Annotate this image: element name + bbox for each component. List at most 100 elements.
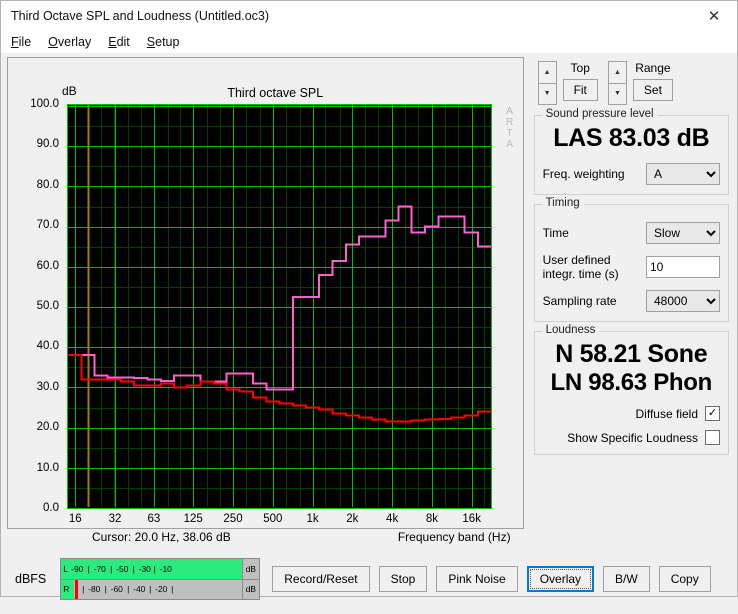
meter-unit-left: dB <box>242 559 259 579</box>
main-area: dB Third octave SPL 100.0 90.0 80.0 70.0 60.… <box>1 53 737 544</box>
plot-area[interactable] <box>67 104 492 509</box>
y-tick-label: 40.0 <box>36 340 59 353</box>
x-axis-ticks: 16 32 63 125 250 500 1k 2k 4k 8k 16k <box>67 513 494 529</box>
freq-weighting-row: Freq. weighting ABCZ <box>543 162 720 185</box>
meter-tick-label: | <box>153 563 156 574</box>
range-spinner[interactable]: ▲ ▼ <box>607 61 627 105</box>
meter-row-right[interactable]: R | -80 | -60 | -40 | -20 | dB <box>61 578 260 599</box>
range-up-icon[interactable]: ▲ <box>607 61 627 83</box>
y-tick-label: 80.0 <box>36 178 59 191</box>
bottom-bar: dBFS L -90 | -70 | -50 | -30 | -10 dB R | -80 | -60… <box>1 544 737 614</box>
arta-watermark: A R T A <box>503 106 517 150</box>
copy-button[interactable]: Copy <box>658 566 711 592</box>
menu-setup-rest: etup <box>155 35 180 49</box>
menu-edit-rest: dit <box>116 35 130 49</box>
overlay-button[interactable]: Overlay <box>526 566 595 592</box>
specific-loudness-row: Show Specific Loudness <box>543 430 720 446</box>
time-row: Time FastSlowImpulseUser <box>542 221 720 244</box>
x-tick-label: 125 <box>183 513 203 525</box>
dbfs-label: dBFS <box>15 572 47 586</box>
meter-tick-label: | <box>149 584 152 595</box>
x-tick-label: 4k <box>386 513 399 525</box>
fit-button[interactable]: Fit <box>562 79 598 101</box>
meter-tick-label: | <box>110 563 113 574</box>
y-tick-label: 60.0 <box>36 259 59 272</box>
action-button-row: Record/Reset Stop Pink Noise Overlay B/W Copy <box>272 566 711 592</box>
top-down-icon[interactable]: ▼ <box>537 82 557 105</box>
y-tick-label: 90.0 <box>36 138 59 151</box>
meter-tick-label: | <box>104 584 107 595</box>
close-icon[interactable]: ✕ <box>691 1 737 31</box>
meter-tick-label: -50 <box>116 563 129 574</box>
chart-panel: dB Third octave SPL 100.0 90.0 80.0 70.0 60.… <box>7 57 524 544</box>
range-control-group: ▲ ▼ Range Set <box>607 61 673 105</box>
x-tick-label: 1k <box>306 513 319 525</box>
x-tick-label: 2k <box>346 513 359 525</box>
x-tick-label: 32 <box>108 513 122 525</box>
y-tick-label: 20.0 <box>36 421 59 434</box>
diffuse-field-checkbox[interactable]: ✓ <box>705 406 720 422</box>
loudness-group-legend: Loudness <box>541 323 600 336</box>
x-tick-label: 8k <box>425 513 438 525</box>
x-tick-label: 500 <box>263 513 283 525</box>
spl-group-legend: Sound pressure level <box>541 108 658 120</box>
pink-noise-button[interactable]: Pink Noise <box>436 566 518 592</box>
spl-chart-svg <box>68 105 491 507</box>
record-reset-button[interactable]: Record/Reset <box>272 566 370 592</box>
meter-tick-label: -60 <box>110 584 123 595</box>
y-tick-label: 50.0 <box>36 300 59 312</box>
specific-loudness-checkbox[interactable] <box>705 430 720 446</box>
sampling-rate-label: Sampling rate <box>542 293 617 308</box>
menu-setup-accel: S <box>146 35 156 49</box>
integration-time-row: User defined integr. time (s) <box>543 253 720 281</box>
sampling-rate-row: Sampling rate 80001102522050441004800096… <box>542 289 720 312</box>
integration-time-label-line1: User defined <box>542 252 611 267</box>
freq-weighting-select[interactable]: ABCZ <box>646 162 720 185</box>
b-w-button[interactable]: B/W <box>603 566 650 592</box>
stop-button[interactable]: Stop <box>378 566 428 592</box>
meter-tick-label: | <box>82 584 85 595</box>
menu-item-setup[interactable]: Setup <box>147 35 180 49</box>
integration-time-label: User defined integr. time (s) <box>543 253 640 281</box>
spl-value: LAS 83.03 dB <box>553 124 710 152</box>
x-tick-label: 63 <box>147 513 161 525</box>
top-up-icon[interactable]: ▲ <box>537 61 557 83</box>
time-select[interactable]: FastSlowImpulseUser <box>646 221 720 244</box>
diffuse-field-row: Diffuse field ✓ <box>543 406 720 422</box>
level-meter[interactable]: L -90 | -70 | -50 | -30 | -10 dB R | -80 | -60 | -40 |… <box>60 558 261 600</box>
arta-letter-a2: A <box>506 138 514 150</box>
meter-tick-label: -90 <box>71 563 84 574</box>
chart-title: Third octave SPL <box>227 86 324 100</box>
meter-tick-label: -10 <box>159 563 172 574</box>
timing-group: Timing Time FastSlowImpulseUser User def… <box>533 196 729 322</box>
x-tick-label: 16k <box>462 513 481 525</box>
range-column: Range Set <box>632 61 673 101</box>
side-panel: ▲ ▼ Top Fit ▲ ▼ Range Set Sound pressure… <box>532 57 731 544</box>
range-down-icon[interactable]: ▼ <box>607 82 627 105</box>
top-spinner[interactable]: ▲ ▼ <box>537 61 557 105</box>
time-label: Time <box>542 225 569 240</box>
y-tick-label: 0.0 <box>43 502 59 514</box>
scale-controls: ▲ ▼ Top Fit ▲ ▼ Range Set <box>537 61 731 105</box>
menu-file-accel: F <box>11 35 19 49</box>
window-title: Third Octave SPL and Loudness (Untitled.… <box>11 9 270 23</box>
meter-tick-label: -20 <box>155 584 168 595</box>
loudness-group: Loudness N 58.21 Sone LN 98.63 Phon Diff… <box>533 323 729 456</box>
meter-tick-label: -40 <box>133 584 146 595</box>
menu-file-rest: ile <box>18 35 32 49</box>
range-label: Range <box>635 61 671 75</box>
top-control-group: ▲ ▼ Top Fit <box>537 61 598 105</box>
specific-loudness-label: Show Specific Loudness <box>567 430 698 445</box>
sampling-rate-select[interactable]: 80001102522050441004800096000 <box>646 289 720 312</box>
menu-item-file[interactable]: File <box>11 35 31 49</box>
menu-item-edit[interactable]: Edit <box>108 35 130 49</box>
integration-time-input[interactable] <box>646 255 720 278</box>
loudness-sone-value: N 58.21 Sone <box>555 339 708 368</box>
meter-channel-left: L <box>63 563 68 574</box>
menu-item-overlay[interactable]: Overlay <box>48 35 91 49</box>
meter-row-left[interactable]: L -90 | -70 | -50 | -30 | -10 dB <box>61 559 259 579</box>
set-button[interactable]: Set <box>632 79 673 101</box>
y-tick-label: 10.0 <box>36 461 59 474</box>
top-label: Top <box>570 61 590 75</box>
menu-overlay-rest: verlay <box>57 35 92 49</box>
